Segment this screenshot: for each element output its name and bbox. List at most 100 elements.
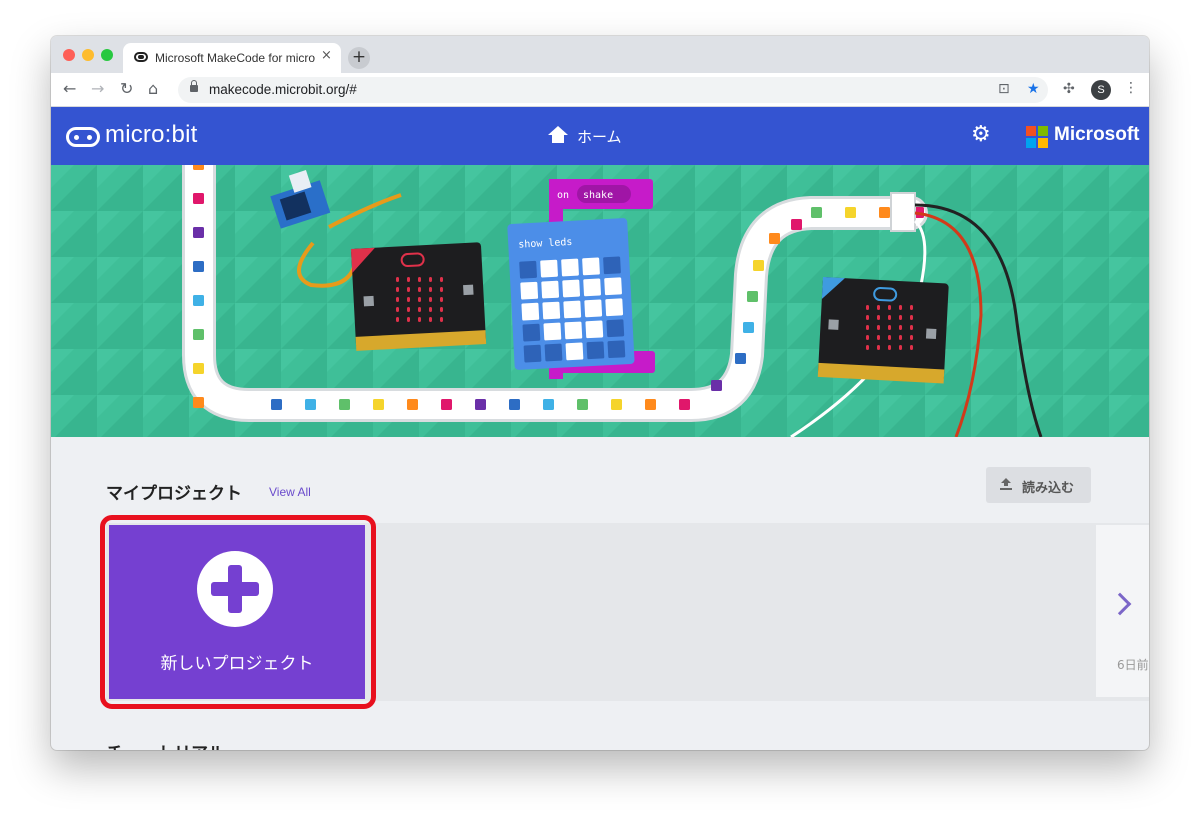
translate-icon[interactable]: ⊡ (998, 81, 1010, 97)
import-label: 読み込む (1022, 481, 1075, 496)
show-leds-cell (603, 256, 621, 275)
board-led (877, 315, 880, 320)
board-led (440, 317, 443, 322)
home-browser-icon[interactable]: ⌂ (148, 79, 158, 99)
board-led (418, 317, 421, 322)
profile-avatar[interactable]: S (1091, 80, 1111, 100)
show-leds-cell (542, 301, 561, 320)
browser-window: Microsoft MakeCode for micro:bit × + ← →… (51, 36, 1149, 750)
show-leds-cell (523, 344, 542, 363)
board-led (396, 277, 399, 282)
board-led (866, 315, 869, 320)
import-button[interactable]: 読み込む (986, 467, 1091, 503)
board-led (888, 305, 891, 310)
show-leds-cell (564, 321, 583, 340)
strip-led (845, 207, 856, 218)
strip-led (193, 363, 204, 374)
strip-led (193, 295, 204, 306)
strip-led (543, 399, 554, 410)
highlight-annotation (100, 515, 376, 709)
tab-strip: Microsoft MakeCode for micro:bit × + (51, 36, 1149, 73)
url-text[interactable]: makecode.microbit.org/# (209, 82, 357, 97)
show-leds-cell (604, 277, 622, 296)
board-led (407, 287, 410, 292)
browser-tab[interactable]: Microsoft MakeCode for micro:bit × (123, 43, 341, 73)
strip-led (577, 399, 588, 410)
board-led (888, 345, 891, 350)
board-led (440, 287, 443, 292)
board-led (418, 297, 421, 302)
board-led (440, 277, 443, 282)
hero-banner: on shake show leds (51, 165, 1149, 437)
board-led (910, 315, 913, 320)
board-led (888, 325, 891, 330)
microsoft-label[interactable]: Microsoft (1054, 124, 1140, 146)
minimize-window-button[interactable] (82, 49, 94, 61)
strip-led (441, 399, 452, 410)
strip-led (735, 353, 746, 364)
show-leds-cell (544, 343, 563, 362)
board-led (866, 345, 869, 350)
show-leds-cell (605, 298, 624, 317)
show-leds-cell (563, 300, 582, 319)
board-led (429, 317, 432, 322)
board-led (877, 335, 880, 340)
board-led (877, 305, 880, 310)
board-led (418, 307, 421, 312)
strip-led (753, 260, 764, 271)
strip-led (271, 399, 282, 410)
board-led (407, 277, 410, 282)
strip-led (879, 207, 890, 218)
board-led (429, 277, 432, 282)
board-led (899, 325, 902, 330)
tab-close-icon[interactable]: × (321, 48, 332, 63)
strip-led (645, 399, 656, 410)
board-led (396, 297, 399, 302)
new-tab-button[interactable]: + (348, 47, 370, 69)
microsoft-logo-icon[interactable] (1026, 126, 1048, 148)
close-window-button[interactable] (63, 49, 75, 61)
board-led (877, 345, 880, 350)
microbit-logo-icon[interactable] (66, 127, 100, 147)
show-leds-cell (522, 323, 541, 342)
maximize-window-button[interactable] (101, 49, 113, 61)
board-led (429, 307, 432, 312)
show-leds-cell (583, 278, 601, 297)
address-bar[interactable]: makecode.microbit.org/# ⊡ ★ (178, 77, 1048, 103)
show-leds-cell (584, 299, 603, 318)
strip-led (373, 399, 384, 410)
board-led (440, 297, 443, 302)
bookmark-star-icon[interactable]: ★ (1027, 81, 1040, 97)
board-led (899, 305, 902, 310)
board-led (418, 287, 421, 292)
browser-toolbar: ← → ↻ ⌂ makecode.microbit.org/# ⊡ ★ ✣ S … (51, 73, 1149, 107)
view-all-link[interactable]: View All (269, 485, 311, 499)
home-button[interactable]: ホーム (548, 126, 622, 147)
strip-led (791, 219, 802, 230)
show-leds-cell (519, 260, 537, 279)
strip-led (193, 329, 204, 340)
strip-led (743, 322, 754, 333)
strip-led (711, 380, 722, 391)
back-icon[interactable]: ← (63, 79, 76, 99)
reload-icon[interactable]: ↻ (120, 79, 133, 99)
strip-led (339, 399, 350, 410)
board-led (866, 305, 869, 310)
strip-led (769, 233, 780, 244)
settings-gear-icon[interactable]: ⚙ (971, 123, 991, 147)
strip-led (747, 291, 758, 302)
browser-menu-icon[interactable]: ⋮ (1124, 80, 1138, 96)
microbit-favicon-icon (134, 52, 148, 62)
brand-name[interactable]: micro:bit (105, 121, 197, 149)
forward-icon[interactable]: → (91, 79, 104, 99)
extensions-icon[interactable]: ✣ (1063, 79, 1075, 99)
board-led (407, 307, 410, 312)
hero-illustration: on shake show leds (51, 165, 1149, 437)
board-led (429, 287, 432, 292)
tutorials-title: チュートリアル (106, 739, 225, 750)
show-leds-cell (540, 259, 558, 278)
strip-led (407, 399, 418, 410)
board-led (866, 325, 869, 330)
strip-led (509, 399, 520, 410)
block-event-arg: shake (583, 190, 613, 201)
